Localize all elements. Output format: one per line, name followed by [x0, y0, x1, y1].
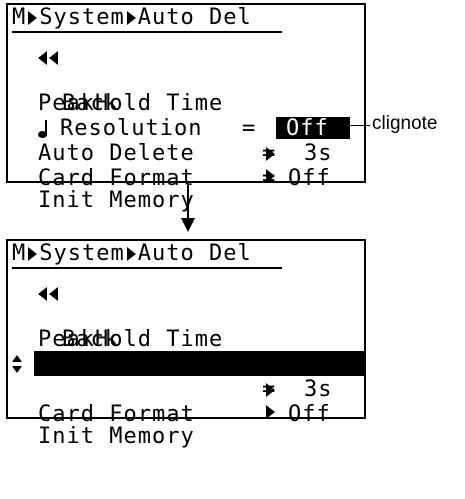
initmemory-label: Init Memory [38, 424, 195, 449]
breadcrumb-section: System [39, 241, 125, 266]
back-arrow-icon [38, 282, 68, 301]
down-arrow-icon [181, 218, 195, 232]
autodelete-value: Off [286, 116, 329, 141]
menu-item-resolution[interactable]: Resolution = Off [8, 91, 364, 191]
callout-leader-line [336, 125, 370, 126]
submenu-arrow-icon [266, 405, 275, 419]
menu-item-initmemory[interactable]: Init Memory [8, 163, 364, 213]
menu-item-peakhold[interactable]: PeakHold Time = 3s [8, 66, 364, 166]
breadcrumb-root: M [12, 5, 27, 30]
menu-item-initmemory[interactable]: Init Memory [8, 399, 364, 449]
back-arrow-icon [38, 46, 68, 65]
breadcrumb-separator-icon [28, 11, 38, 25]
menu-item-resolution[interactable]: Resolution = Off [8, 327, 364, 427]
menu-item-autodelete-selected[interactable]: Auto Delete = Off [34, 351, 364, 451]
breadcrumb-page: Auto Del [137, 241, 252, 266]
submenu-arrow-icon [266, 147, 275, 161]
lcd-screen-before: M System Auto Del Back PeakHold Time = 3s … [6, 3, 366, 213]
breadcrumb-separator-icon [126, 11, 136, 25]
callout-label: clignote [372, 113, 438, 134]
up-down-arrow-icon [10, 355, 24, 375]
menu-item-back[interactable]: Back [8, 277, 364, 352]
menu-item-peakhold[interactable]: PeakHold Time = 3s [8, 302, 364, 402]
breadcrumb-separator-icon [28, 247, 38, 261]
breadcrumb: M System Auto Del [8, 5, 364, 35]
autodelete-value-blinking[interactable]: Off [276, 116, 350, 141]
breadcrumb-page: Auto Del [137, 5, 252, 30]
menu-item-back[interactable]: Back [8, 41, 364, 116]
menu-item-autodelete[interactable]: Auto Delete = Off [8, 116, 364, 191]
submenu-arrow-icon [266, 169, 275, 183]
submenu-arrow-icon [266, 383, 275, 397]
lcd-screen-after: MSystemAuto Del Back PeakHold Time = 3s … [6, 239, 366, 451]
breadcrumb-root: M [12, 241, 27, 266]
title-underline [12, 31, 282, 33]
initmemory-label: Init Memory [38, 188, 195, 213]
breadcrumb-section: System [39, 5, 125, 30]
title-underline [12, 267, 282, 269]
autodelete-value: Off [288, 426, 331, 451]
breadcrumb-separator-icon [126, 247, 136, 261]
breadcrumb: M System Auto Del [8, 241, 364, 271]
